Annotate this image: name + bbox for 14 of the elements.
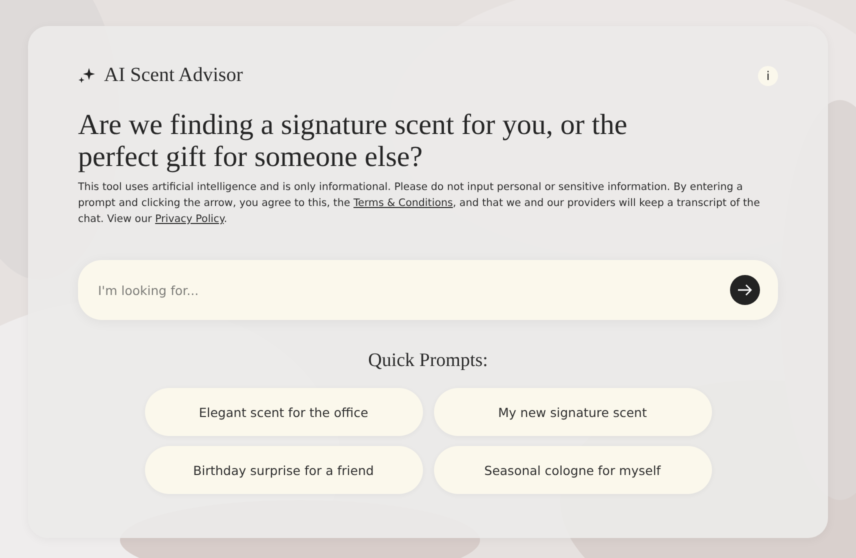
privacy-link[interactable]: Privacy Policy <box>155 213 224 225</box>
quick-prompt-button[interactable]: My new signature scent <box>434 388 712 436</box>
search-field[interactable]: I'm looking for... <box>78 260 778 320</box>
quick-prompt-button[interactable]: Seasonal cologne for myself <box>434 446 712 494</box>
arrow-icon <box>737 284 753 296</box>
section-title: Quick Prompts: <box>367 350 489 372</box>
headline: Are we finding a signature scent for you, or the perfect gift for someone else? <box>78 109 628 173</box>
app-title: AI Scent Advisor <box>104 64 243 87</box>
terms-link[interactable]: Terms & Conditions <box>353 197 453 209</box>
sparkle-icon <box>78 68 95 84</box>
disclaimer-text: This tool uses artificial intelligence and is only informational. Please do not input personal or sensitive information. By entering a prompt and clicking the arrow, you agree to this, the Terms & Conditions, and that we and our providers will keep a transcript of the chat. View our Privacy Policy. <box>78 180 761 227</box>
info-button[interactable]: i <box>758 66 778 86</box>
quick-prompt-button[interactable]: Elegant scent for the office <box>144 388 422 436</box>
quick-prompt-button[interactable]: Birthday surprise for a friend <box>144 446 422 494</box>
